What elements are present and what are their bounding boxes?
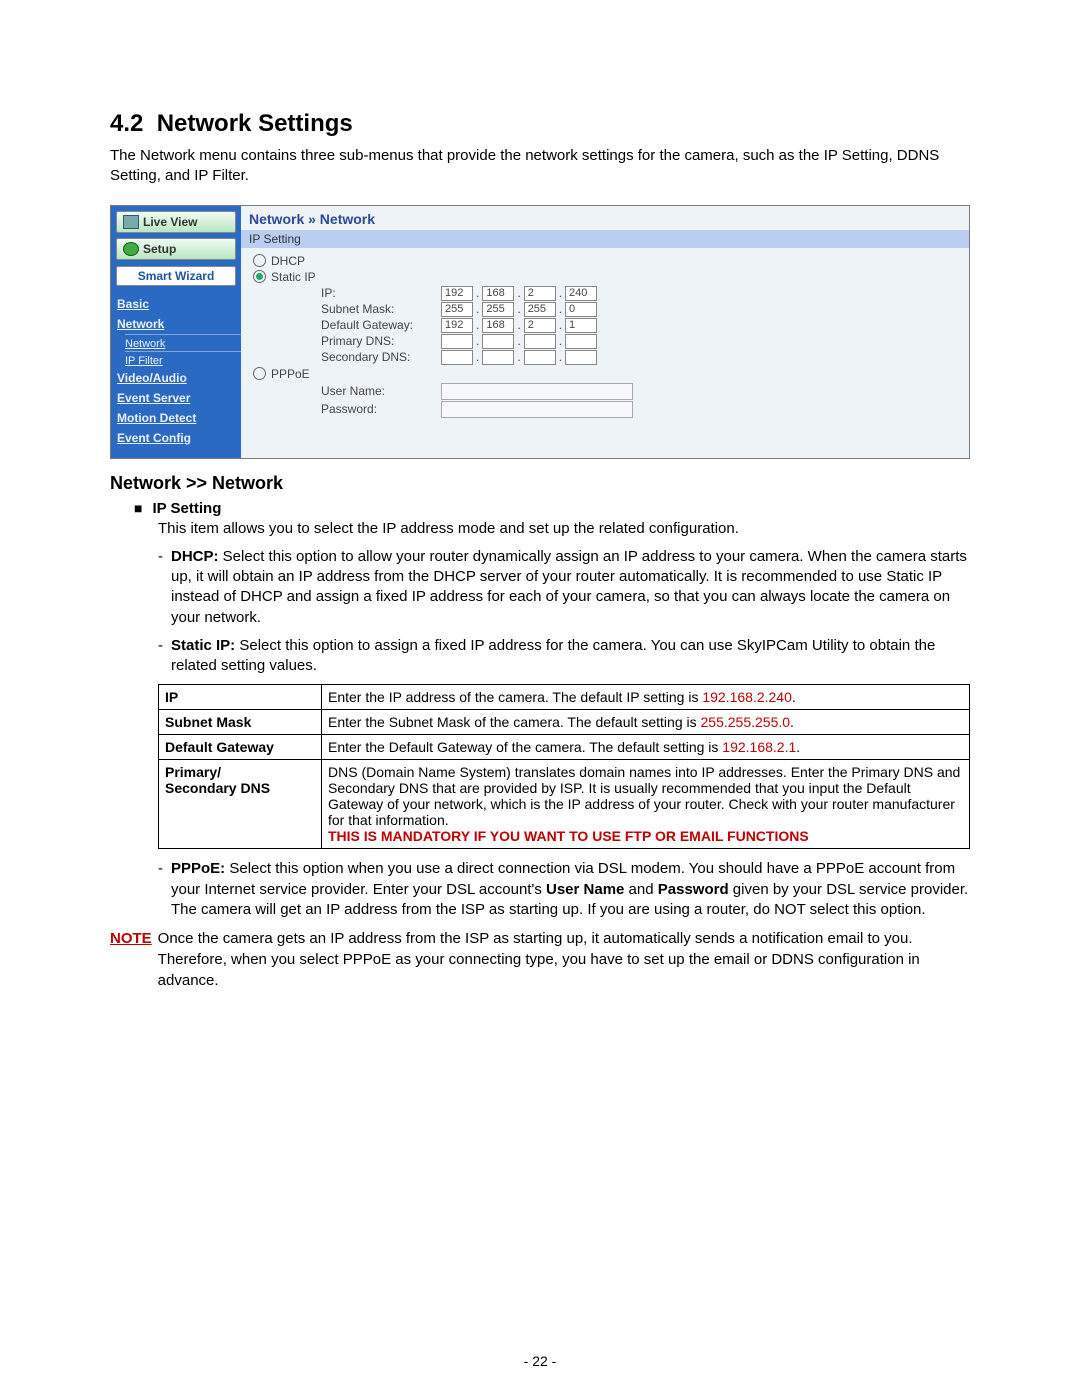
gw-octet-1[interactable]: 192 [441, 318, 473, 333]
sidebar-item-motiondetect[interactable]: Motion Detect [111, 408, 241, 428]
smart-wizard-button[interactable]: Smart Wizard [116, 266, 236, 286]
username-input[interactable] [441, 383, 633, 400]
sdns-octet-1[interactable] [441, 350, 473, 365]
radio-pppoe[interactable]: PPPoE [253, 367, 959, 381]
ip-octet-3[interactable]: 2 [524, 286, 556, 301]
radio-dhcp[interactable]: DHCP [253, 254, 959, 268]
pdns-octet-2[interactable] [482, 334, 514, 349]
monitor-icon [123, 215, 139, 229]
label-gateway: Default Gateway: [321, 318, 441, 332]
page-number: - 22 - [0, 1353, 1080, 1369]
radio-static[interactable]: Static IP [253, 270, 959, 284]
ipsetting-banner: IP Setting [241, 230, 969, 248]
table-row: Primary/Secondary DNS DNS (Domain Name S… [159, 760, 970, 849]
sdns-octet-3[interactable] [524, 350, 556, 365]
ipsetting-desc: This item allows you to select the IP ad… [158, 519, 970, 539]
label-password: Password: [321, 402, 441, 416]
label-subnet: Subnet Mask: [321, 302, 441, 316]
live-view-button[interactable]: Live View [116, 211, 236, 233]
gw-octet-4[interactable]: 1 [565, 318, 597, 333]
defaults-table: IP Enter the IP address of the camera. T… [158, 684, 970, 849]
section-heading: 4.2 Network Settings [110, 110, 970, 138]
pdns-octet-3[interactable] [524, 334, 556, 349]
table-row: IP Enter the IP address of the camera. T… [159, 685, 970, 710]
subsection-heading: Network >> Network [110, 473, 970, 494]
table-row: Subnet Mask Enter the Subnet Mask of the… [159, 710, 970, 735]
subnet-octet-2[interactable]: 255 [482, 302, 514, 317]
square-bullet-icon: ■ [134, 500, 142, 517]
subnet-octet-4[interactable]: 0 [565, 302, 597, 317]
setup-button[interactable]: Setup [116, 238, 236, 260]
note: NOTE Once the camera gets an IP address … [110, 928, 970, 991]
pppoe-item: - PPPoE: Select this option when you use… [158, 859, 970, 920]
static-item: - Static IP: Select this option to assig… [158, 636, 970, 677]
table-row: Default Gateway Enter the Default Gatewa… [159, 735, 970, 760]
pdns-octet-1[interactable] [441, 334, 473, 349]
sdns-octet-2[interactable] [482, 350, 514, 365]
sidebar-item-eventconfig[interactable]: Event Config [111, 428, 241, 448]
note-text: Once the camera gets an IP address from … [158, 928, 970, 991]
subnet-octet-3[interactable]: 255 [524, 302, 556, 317]
dhcp-item: - DHCP: Select this option to allow your… [158, 547, 970, 628]
sidebar: Live View Setup Smart Wizard Basic Netwo… [111, 206, 241, 458]
ip-octet-4[interactable]: 240 [565, 286, 597, 301]
ipsetting-title: IP Setting [152, 500, 221, 517]
ui-screenshot: Live View Setup Smart Wizard Basic Netwo… [110, 205, 970, 459]
sidebar-item-videoaudio[interactable]: Video/Audio [111, 368, 241, 388]
label-ip: IP: [321, 286, 441, 300]
ui-main: Network » Network IP Setting DHCP Static… [241, 206, 969, 458]
sidebar-sub-network[interactable]: Network [125, 334, 241, 352]
label-pdns: Primary DNS: [321, 334, 441, 348]
sidebar-sub-ipfilter[interactable]: IP Filter [125, 352, 241, 368]
gw-octet-2[interactable]: 168 [482, 318, 514, 333]
ip-octet-2[interactable]: 168 [482, 286, 514, 301]
password-input[interactable] [441, 401, 633, 418]
gear-icon [123, 242, 139, 256]
breadcrumb: Network » Network [241, 206, 969, 230]
ip-octet-1[interactable]: 192 [441, 286, 473, 301]
gw-octet-3[interactable]: 2 [524, 318, 556, 333]
note-label: NOTE [110, 928, 152, 991]
label-username: User Name: [321, 384, 441, 398]
section-intro: The Network menu contains three sub-menu… [110, 146, 970, 187]
sidebar-item-basic[interactable]: Basic [111, 294, 241, 314]
sidebar-item-eventserver[interactable]: Event Server [111, 388, 241, 408]
sdns-octet-4[interactable] [565, 350, 597, 365]
pdns-octet-4[interactable] [565, 334, 597, 349]
sidebar-item-network[interactable]: Network [111, 314, 241, 334]
label-sdns: Secondary DNS: [321, 350, 441, 364]
subnet-octet-1[interactable]: 255 [441, 302, 473, 317]
